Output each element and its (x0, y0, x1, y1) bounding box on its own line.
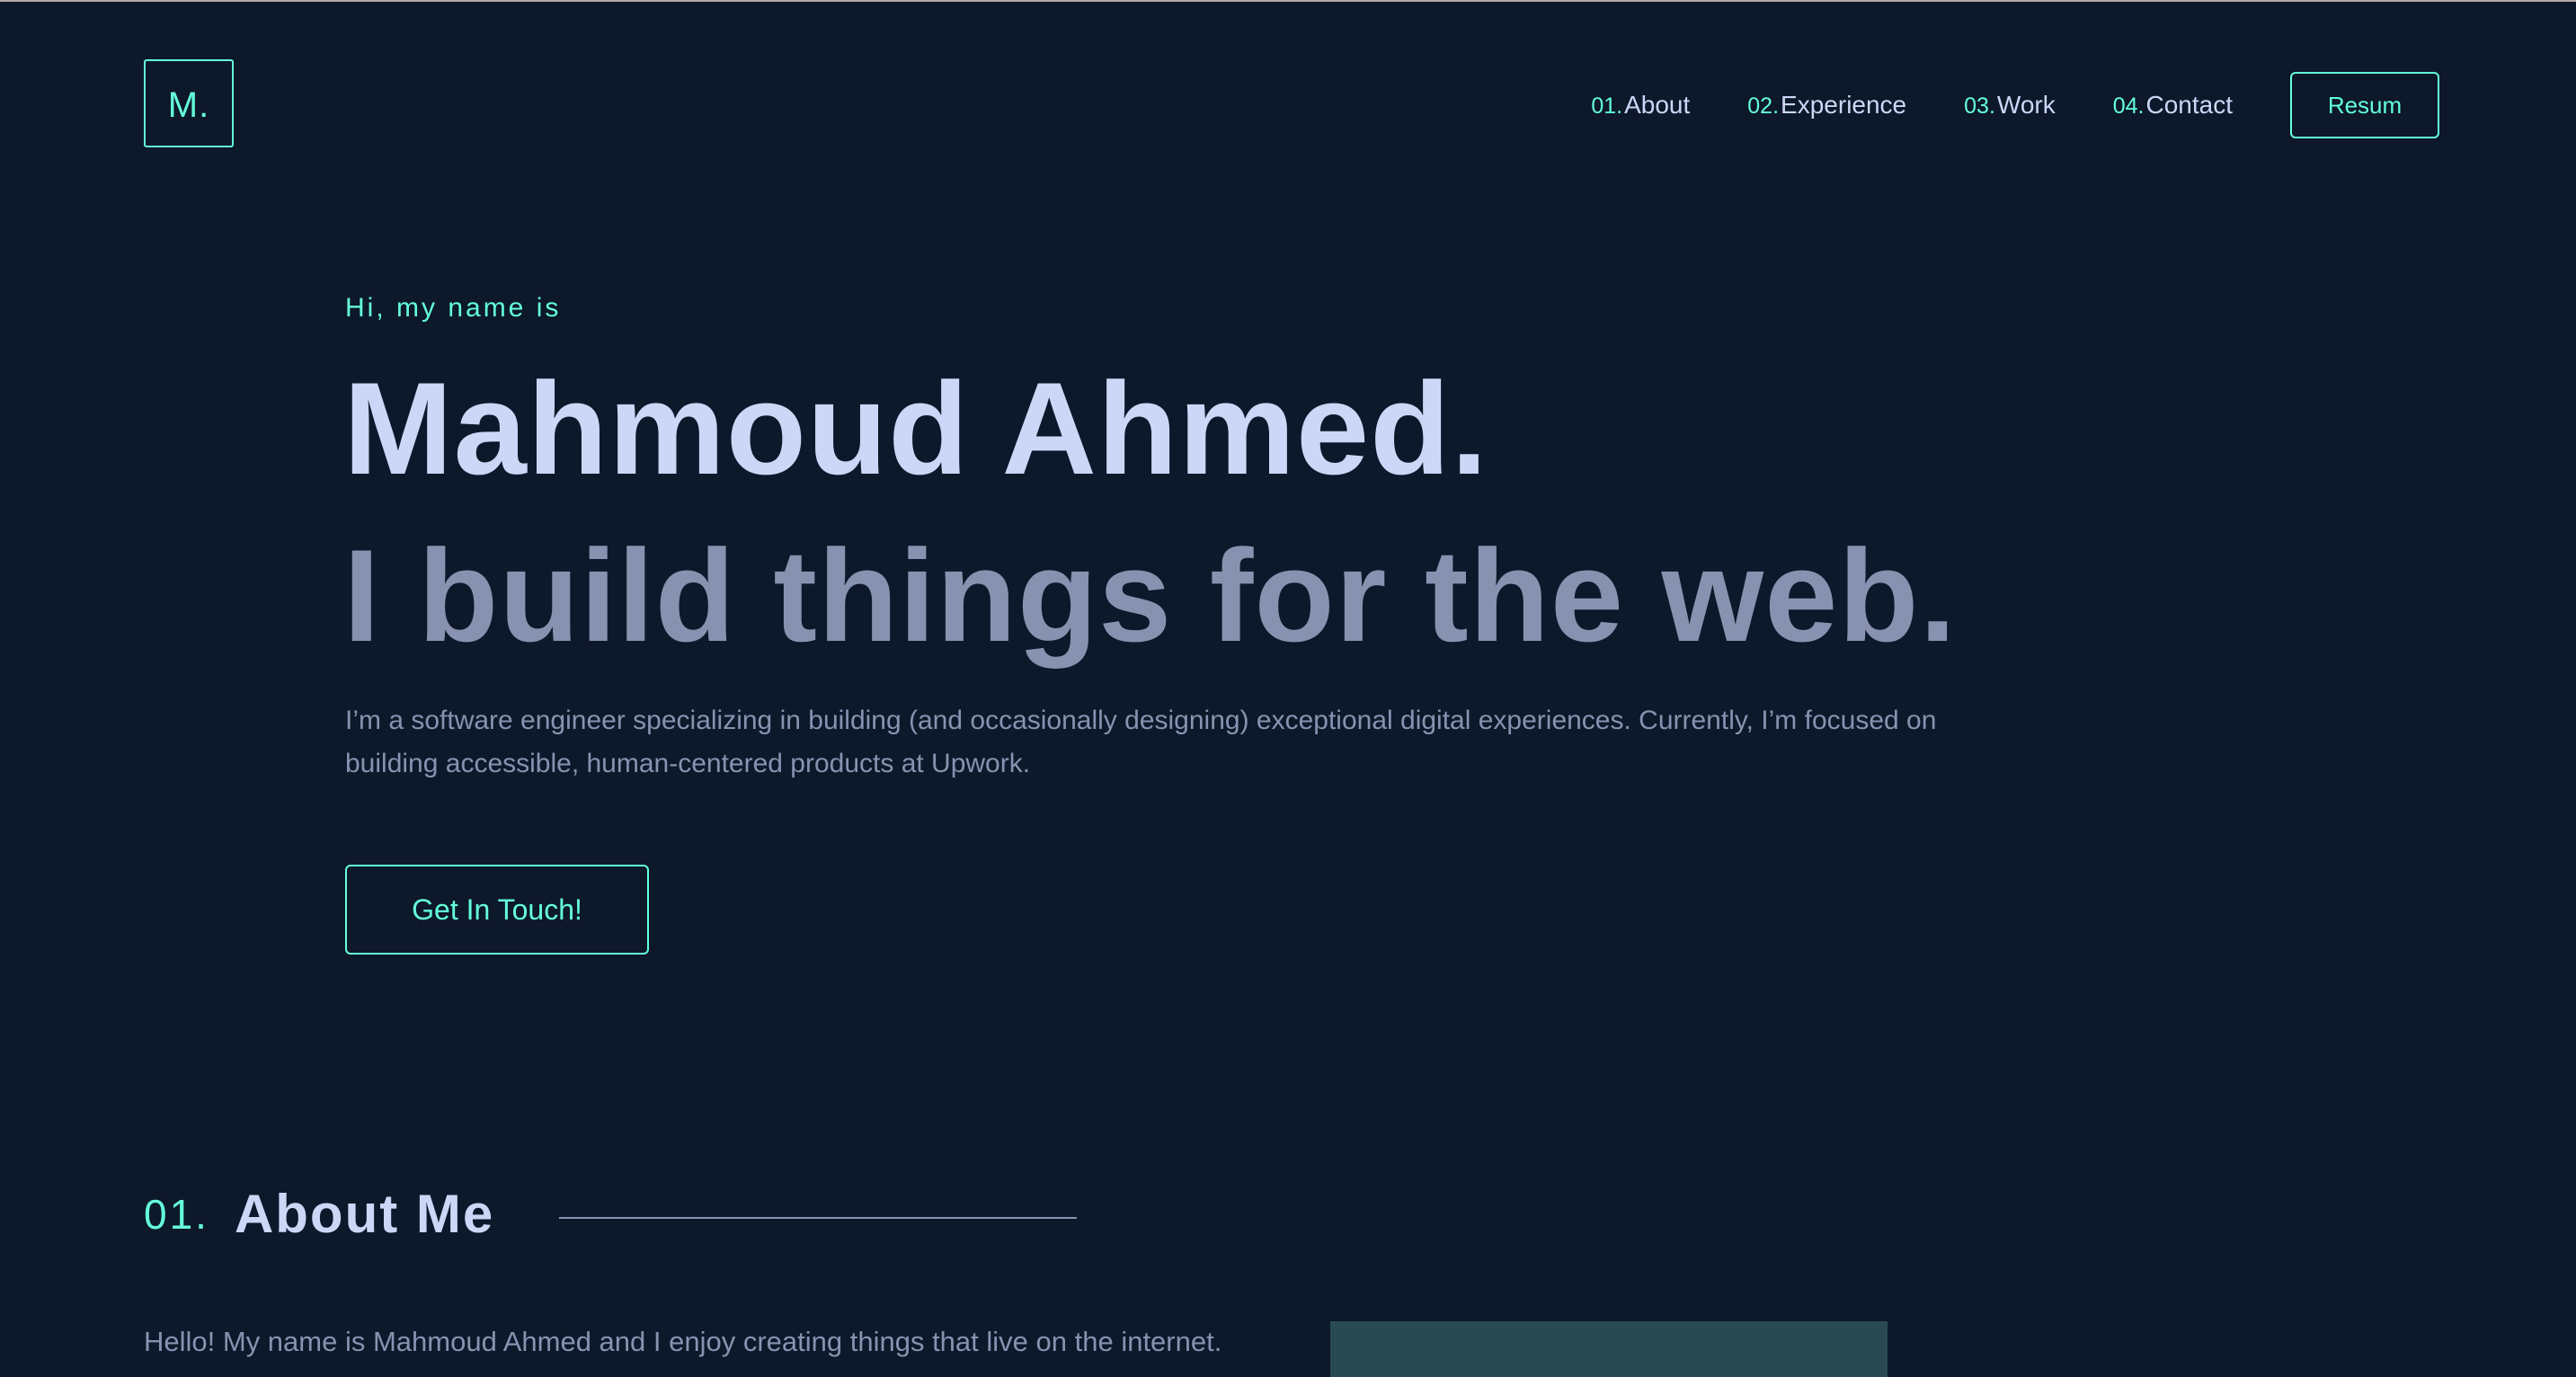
hero-description: I’m a software engineer specializing in … (345, 706, 1937, 778)
nav-item-experience[interactable]: 02. Experience (1747, 91, 1906, 120)
main-nav: 01. About 02. Experience 03. Work 04. Co… (1591, 72, 2439, 138)
page: M. 01. About 02. Experience 03. Work 04.… (0, 0, 2576, 1377)
nav-item-work[interactable]: 03. Work (1964, 91, 2056, 120)
nav-item-label: About (1624, 91, 1691, 119)
top-divider (0, 0, 2576, 2)
logo-link[interactable]: M. (144, 59, 234, 147)
nav-item-number: 02. (1747, 93, 1780, 119)
nav-item-label: Work (1996, 91, 2056, 119)
nav-item-label: Contact (2145, 91, 2234, 119)
about-paragraph: Hello! My name is Mahmoud Ahmed and I en… (144, 1326, 1222, 1357)
section-title: About Me (234, 1184, 495, 1244)
about-section-heading: 01. About Me (144, 1183, 494, 1245)
nav-item-label: Experience (1781, 91, 1907, 119)
nav-item-number: 03. (1964, 93, 1995, 119)
about-photo (1330, 1321, 1888, 1377)
nav-item-number: 04. (2112, 93, 2145, 119)
section-divider (559, 1217, 1077, 1219)
section-number: 01. (144, 1190, 209, 1238)
resume-button[interactable]: Resum (2290, 72, 2439, 138)
logo-text: M. (167, 84, 210, 125)
nav-item-number: 01. (1591, 93, 1623, 119)
nav-item-about[interactable]: 01. About (1591, 91, 1690, 120)
nav-item-contact[interactable]: 04. Contact (2113, 91, 2233, 120)
hero-name: Mahmoud Ahmed. (343, 355, 1488, 502)
get-in-touch-button[interactable]: Get In Touch! (345, 865, 649, 955)
hero-intro: Hi, my name is (345, 293, 562, 323)
hero-tagline: I build things for the web. (343, 522, 1958, 669)
